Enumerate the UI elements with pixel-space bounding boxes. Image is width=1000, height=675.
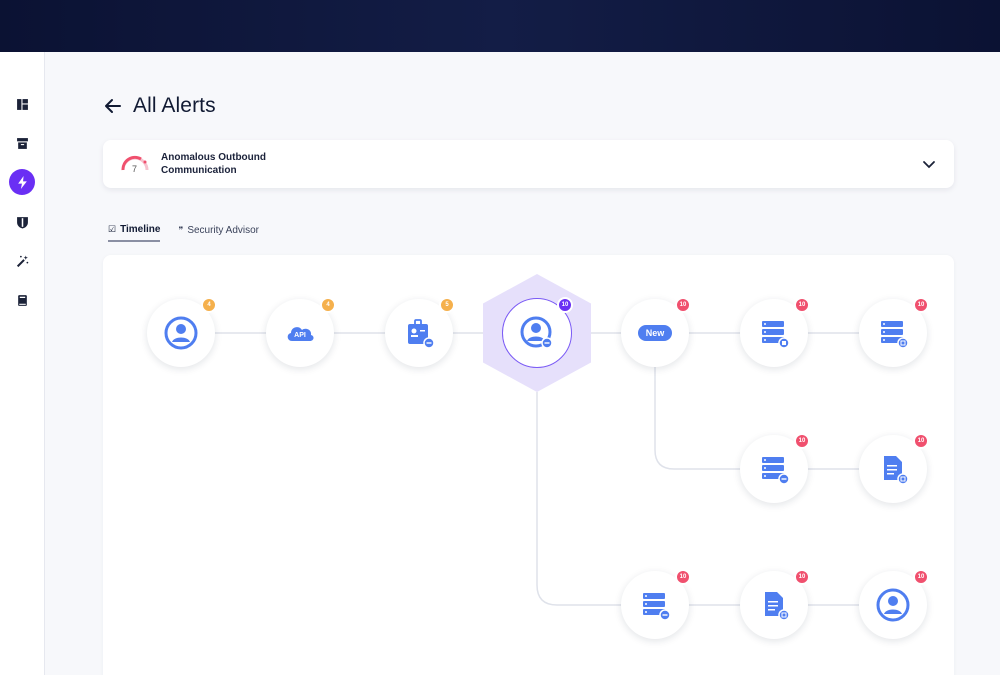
count-badge: 10 <box>913 569 929 585</box>
quote-icon: ❞ <box>178 225 184 235</box>
server-icon <box>881 321 909 349</box>
tab-bar: ☑ Timeline ❞ Security Advisor <box>108 224 259 242</box>
alert-selector[interactable]: 7 Anomalous Outbound Communication <box>103 140 954 188</box>
graph-node-server[interactable]: 10 <box>859 297 929 367</box>
graph-node-document[interactable]: 10 <box>740 569 810 639</box>
severity-gauge: 7 <box>119 150 151 178</box>
id-card-icon <box>408 319 435 349</box>
count-badge: 10 <box>794 297 810 313</box>
graph-node-user[interactable]: 4 <box>147 297 217 367</box>
count-badge: 10 <box>913 297 929 313</box>
archive-icon[interactable] <box>9 130 35 156</box>
alert-name: Anomalous Outbound Communication <box>161 152 266 176</box>
magic-wand-icon[interactable] <box>9 248 35 274</box>
severity-score: 7 <box>132 164 138 174</box>
top-bar <box>0 0 1000 52</box>
count-badge: 5 <box>439 297 455 313</box>
graph-node-id-card[interactable]: 5 <box>385 297 455 367</box>
dashboard-icon[interactable] <box>9 91 35 117</box>
user-icon <box>876 588 910 622</box>
graph-node-user-focused[interactable]: 10 <box>502 297 573 368</box>
tab-label: Security Advisor <box>187 225 260 236</box>
chevron-down-icon[interactable] <box>922 157 936 171</box>
count-badge: 4 <box>320 297 336 313</box>
shield-icon[interactable] <box>9 209 35 235</box>
document-icon <box>765 592 790 621</box>
server-icon <box>762 321 790 349</box>
document-icon <box>884 456 909 485</box>
graph-node-server[interactable]: 10 <box>740 433 810 503</box>
tab-timeline[interactable]: ☑ Timeline <box>108 224 161 242</box>
graph-node-new[interactable]: New 10 <box>621 297 691 367</box>
count-badge: 10 <box>913 433 929 449</box>
graph-node-server[interactable]: 10 <box>621 569 691 639</box>
graph-node-server[interactable]: 10 <box>740 297 810 367</box>
count-badge: 4 <box>201 297 217 313</box>
page-header: All Alerts <box>103 94 216 118</box>
graph-node-api[interactable]: API 4 <box>266 297 336 367</box>
count-badge: 10 <box>557 297 573 313</box>
count-badge: 10 <box>794 433 810 449</box>
lightning-icon[interactable] <box>9 169 35 195</box>
checkbox-icon: ☑ <box>108 224 117 234</box>
book-icon[interactable] <box>9 287 35 313</box>
back-arrow-icon[interactable] <box>103 96 123 116</box>
api-label: API <box>294 332 306 339</box>
tab-security-advisor[interactable]: ❞ Security Advisor <box>178 224 259 242</box>
page-title: All Alerts <box>133 94 216 117</box>
timeline-canvas: 4 API 4 5 10 New 10 10 10 10 10 10 10 10 <box>103 255 954 675</box>
new-pill: New <box>637 325 673 341</box>
tab-label: Timeline <box>120 224 161 235</box>
count-badge: 10 <box>675 569 691 585</box>
server-icon <box>643 593 671 621</box>
user-icon <box>164 316 198 350</box>
sidebar <box>0 52 45 675</box>
server-icon <box>762 457 790 485</box>
count-badge: 10 <box>675 297 691 313</box>
graph-node-user[interactable]: 10 <box>859 569 929 639</box>
count-badge: 10 <box>794 569 810 585</box>
user-icon <box>520 316 553 349</box>
graph-node-document[interactable]: 10 <box>859 433 929 503</box>
